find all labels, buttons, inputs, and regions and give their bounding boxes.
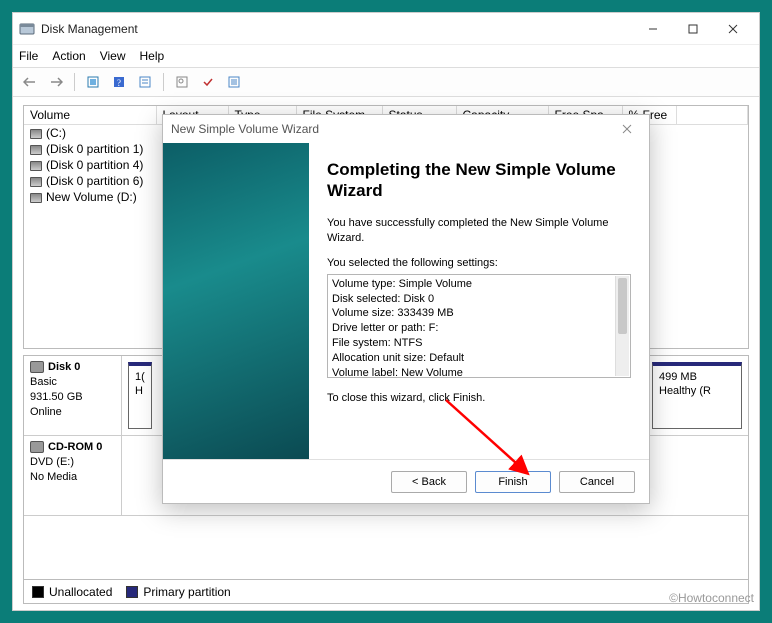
- partition-box[interactable]: 1(H: [128, 362, 152, 429]
- toolbar: ?: [13, 67, 759, 97]
- wizard-heading: Completing the New Simple Volume Wizard: [327, 159, 631, 202]
- toolbar-separator: [74, 73, 75, 91]
- volume-icon: [30, 177, 42, 187]
- wizard-title-text: New Simple Volume Wizard: [171, 122, 319, 136]
- refresh-icon[interactable]: [82, 71, 104, 93]
- col-blank[interactable]: [676, 106, 748, 125]
- wizard-body: Completing the New Simple Volume Wizard …: [163, 143, 649, 459]
- close-button[interactable]: [713, 15, 753, 43]
- scrollbar[interactable]: [615, 276, 629, 376]
- wizard-close-button[interactable]: [613, 118, 641, 140]
- settings-line: Disk selected: Disk 0: [332, 292, 626, 307]
- menu-action[interactable]: Action: [52, 49, 85, 63]
- watermark: ©Howtoconnect: [669, 591, 754, 605]
- maximize-button[interactable]: [673, 15, 713, 43]
- settings-line: File system: NTFS: [332, 336, 626, 351]
- check-icon[interactable]: [197, 71, 219, 93]
- volume-icon: [30, 129, 42, 139]
- legend-primary: Primary partition: [126, 585, 230, 599]
- wizard-selected-label: You selected the following settings:: [327, 256, 631, 271]
- app-icon: [19, 21, 35, 37]
- help-icon[interactable]: ?: [108, 71, 130, 93]
- disk-head: CD-ROM 0 DVD (E:)No Media: [24, 436, 122, 515]
- wizard-titlebar: New Simple Volume Wizard: [163, 115, 649, 143]
- disk-icon: [30, 361, 44, 373]
- menu-file[interactable]: File: [19, 49, 38, 63]
- volume-icon: [30, 193, 42, 203]
- svg-text:?: ?: [117, 78, 121, 88]
- wizard-side-graphic: [163, 143, 309, 459]
- menu-view[interactable]: View: [100, 49, 126, 63]
- cancel-button[interactable]: Cancel: [559, 471, 635, 493]
- volume-icon: [30, 161, 42, 171]
- disk-head: Disk 0 Basic931.50 GBOnline: [24, 356, 122, 435]
- finish-button[interactable]: Finish: [475, 471, 551, 493]
- back-button[interactable]: < Back: [391, 471, 467, 493]
- partition-box[interactable]: 499 MBHealthy (R: [652, 362, 742, 429]
- menu-help[interactable]: Help: [140, 49, 165, 63]
- wizard-main: Completing the New Simple Volume Wizard …: [309, 143, 649, 459]
- toolbar-separator: [163, 73, 164, 91]
- volume-icon: [30, 145, 42, 155]
- wizard-close-hint: To close this wizard, click Finish.: [327, 392, 631, 404]
- settings-line: Volume type: Simple Volume: [332, 277, 626, 292]
- list-icon[interactable]: [223, 71, 245, 93]
- settings-line: Drive letter or path: F:: [332, 321, 626, 336]
- nav-back-icon[interactable]: [19, 71, 41, 93]
- scrollbar-thumb[interactable]: [618, 278, 627, 334]
- col-volume[interactable]: Volume: [24, 106, 156, 125]
- settings-line: Allocation unit size: Default: [332, 351, 626, 366]
- wizard-dialog: New Simple Volume Wizard Completing the …: [162, 114, 650, 504]
- wizard-success-text: You have successfully completed the New …: [327, 216, 631, 247]
- titlebar: Disk Management: [13, 13, 759, 45]
- nav-fwd-icon[interactable]: [45, 71, 67, 93]
- legend-bar: Unallocated Primary partition: [23, 580, 749, 604]
- settings-line: Volume label: New Volume: [332, 366, 626, 378]
- window-title: Disk Management: [41, 22, 633, 36]
- find-icon[interactable]: [171, 71, 193, 93]
- props-icon[interactable]: [134, 71, 156, 93]
- minimize-button[interactable]: [633, 15, 673, 43]
- menubar: File Action View Help: [13, 45, 759, 67]
- wizard-footer: < Back Finish Cancel: [163, 459, 649, 503]
- disk-icon: [30, 441, 44, 453]
- legend-unallocated: Unallocated: [32, 585, 112, 599]
- wizard-settings-list[interactable]: Volume type: Simple VolumeDisk selected:…: [327, 274, 631, 378]
- settings-line: Volume size: 333439 MB: [332, 306, 626, 321]
